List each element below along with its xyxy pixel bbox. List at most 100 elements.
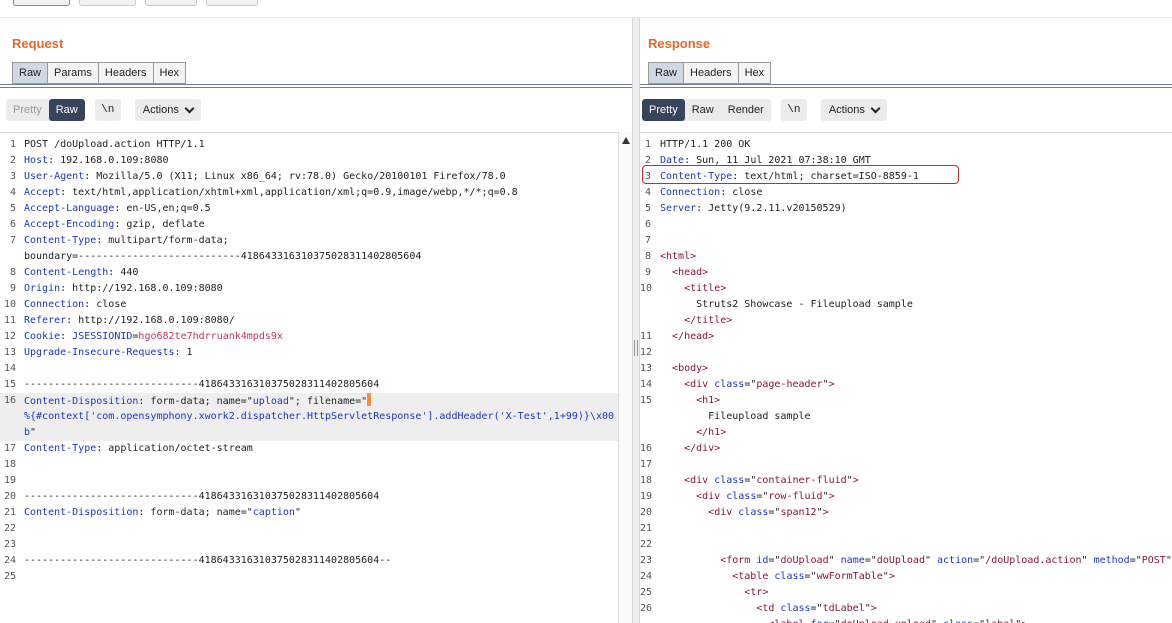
- tab-raw[interactable]: Raw: [648, 62, 685, 84]
- code-line[interactable]: 4 Accept: text/html,application/xhtml+xml…: [0, 185, 618, 201]
- code-line[interactable]: 6: [640, 217, 1172, 233]
- tab-raw[interactable]: Raw: [12, 62, 49, 84]
- code-line[interactable]: 9 Origin: http://192.168.0.109:8080: [0, 281, 618, 297]
- code-line[interactable]: Fileupload sample: [640, 409, 1172, 425]
- raw-button[interactable]: Raw: [685, 99, 721, 121]
- code-line[interactable]: 1 POST /doUpload.action HTTP/1.1: [0, 137, 618, 153]
- code-line[interactable]: 13 <body>: [640, 361, 1172, 377]
- code-line[interactable]: 18: [0, 457, 618, 473]
- pretty-button[interactable]: Pretty: [642, 99, 685, 121]
- scroll-up-arrow-icon[interactable]: [622, 137, 630, 144]
- code-line[interactable]: 24 -----------------------------418643316…: [0, 553, 618, 569]
- code-line[interactable]: 1 HTTP/1.1 200 OK: [640, 137, 1172, 153]
- code-line[interactable]: 19: [0, 473, 618, 489]
- actions-button[interactable]: Actions: [134, 99, 201, 121]
- code-token: : 1: [174, 347, 193, 358]
- pretty-button[interactable]: Pretty: [6, 99, 49, 121]
- code-line[interactable]: 16 </div>: [640, 441, 1172, 457]
- code-line[interactable]: 10 Connection: close: [0, 297, 618, 313]
- code-line[interactable]: <label for="doUpload_upload" class="labe…: [640, 617, 1172, 623]
- line-code: boundary=---------------------------4186…: [24, 249, 618, 265]
- code-line[interactable]: b": [0, 425, 618, 441]
- code-line[interactable]: %{#context['com.opensymphony.xwork2.disp…: [0, 409, 618, 425]
- code-line[interactable]: 7: [640, 233, 1172, 249]
- code-line[interactable]: 11 </head>: [640, 329, 1172, 345]
- code-line[interactable]: 5 Server: Jetty(9.2.11.v20150529): [640, 201, 1172, 217]
- code-line[interactable]: </title>: [640, 313, 1172, 329]
- code-line[interactable]: Struts2 Showcase - Fileupload sample: [640, 297, 1172, 313]
- line-number: 16: [640, 443, 653, 454]
- code-token: class: [774, 571, 805, 582]
- request-scrollbar[interactable]: [618, 132, 632, 623]
- code-line[interactable]: 22: [640, 537, 1172, 553]
- raw-button[interactable]: Raw: [48, 99, 85, 121]
- code-line[interactable]: 12 Cookie: JSESSIONID=hgo682te7hdrruank4m…: [0, 329, 618, 345]
- code-line[interactable]: 20 <div class="span12">: [640, 505, 1172, 521]
- splitter-grip-icon[interactable]: [634, 340, 638, 356]
- render-button[interactable]: Render: [721, 99, 771, 121]
- top-button-send[interactable]: [13, 0, 70, 6]
- code-line[interactable]: 20 -----------------------------418643316…: [0, 489, 618, 505]
- code-line[interactable]: 6 Accept-Encoding: gzip, deflate: [0, 217, 618, 233]
- code-line[interactable]: 3 User-Agent: Mozilla/5.0 (X11; Linux x86…: [0, 169, 618, 185]
- code-line[interactable]: 15 -----------------------------418643316…: [0, 377, 618, 393]
- code-line[interactable]: 13 Upgrade-Insecure-Requests: 1: [0, 345, 618, 361]
- line-number: 7: [9, 235, 16, 246]
- line-number: 21: [640, 523, 653, 534]
- code-line[interactable]: 26 <td class="tdLabel">: [640, 601, 1172, 617]
- newline-toggle-button[interactable]: \n: [780, 99, 807, 121]
- code-token: <tr>: [744, 587, 769, 598]
- code-line[interactable]: 2 Date: Sun, 11 Jul 2021 07:38:10 GMT: [640, 153, 1172, 169]
- code-line[interactable]: 25: [0, 569, 618, 585]
- tab-hex[interactable]: Hex: [153, 62, 187, 84]
- code-line[interactable]: 9 <head>: [640, 265, 1172, 281]
- code-line[interactable]: 17 Content-Type: application/octet-stream: [0, 441, 618, 457]
- code-line[interactable]: 8 <html>: [640, 249, 1172, 265]
- code-line[interactable]: 3 Content-Type: text/html; charset=ISO-88…: [640, 169, 1172, 185]
- code-line[interactable]: 15 <h1>: [640, 393, 1172, 409]
- tab-headers[interactable]: Headers: [684, 62, 739, 84]
- line-number: 17: [640, 459, 653, 470]
- pane-splitter[interactable]: [632, 18, 640, 623]
- top-button-back[interactable]: [145, 0, 197, 6]
- top-button-cancel[interactable]: [79, 0, 136, 6]
- code-line[interactable]: boundary=---------------------------4186…: [0, 249, 618, 265]
- code-line[interactable]: 5 Accept-Language: en-US,en;q=0.5: [0, 201, 618, 217]
- response-editor[interactable]: 1 HTTP/1.1 200 OK 2 Date: Sun, 11 Jul 2021 …: [640, 132, 1172, 623]
- code-line[interactable]: 11 Referer: http://192.168.0.109:8080/: [0, 313, 618, 329]
- tab-params[interactable]: Params: [48, 62, 99, 84]
- code-line[interactable]: 23 <form id="doUpload" name="doUpload" a…: [640, 553, 1172, 569]
- code-line[interactable]: 14 <div class="page-header">: [640, 377, 1172, 393]
- tab-hex[interactable]: Hex: [738, 62, 772, 84]
- code-line[interactable]: 24 <table class="wwFormTable">: [640, 569, 1172, 585]
- actions-button[interactable]: Actions: [820, 99, 887, 121]
- code-line[interactable]: 8 Content-Length: 440: [0, 265, 618, 281]
- line-code: </div>: [660, 441, 1172, 457]
- code-line[interactable]: 18 <div class="container-fluid">: [640, 473, 1172, 489]
- request-editor[interactable]: 1 POST /doUpload.action HTTP/1.1 2 Host: 19…: [0, 132, 618, 623]
- code-line[interactable]: 10 <title>: [640, 281, 1172, 297]
- code-line[interactable]: 22: [0, 521, 618, 537]
- code-line[interactable]: 19 <div class="row-fluid">: [640, 489, 1172, 505]
- code-line[interactable]: 2 Host: 192.168.0.109:8080: [0, 153, 618, 169]
- newline-toggle-button[interactable]: \n: [94, 99, 121, 121]
- code-line[interactable]: 21: [640, 521, 1172, 537]
- top-button-forward[interactable]: [206, 0, 258, 6]
- code-line[interactable]: 12: [640, 345, 1172, 361]
- code-line[interactable]: 17: [640, 457, 1172, 473]
- code-token: -----------------------------41864331631…: [24, 555, 392, 566]
- code-line[interactable]: 14: [0, 361, 618, 377]
- line-number: 1: [9, 139, 16, 150]
- code-line[interactable]: </h1>: [640, 425, 1172, 441]
- code-line[interactable]: 25 <tr>: [640, 585, 1172, 601]
- code-token: : application/octet-stream: [96, 443, 253, 454]
- code-line[interactable]: 21 Content-Disposition: form-data; name="…: [0, 505, 618, 521]
- code-line[interactable]: 16 Content-Disposition: form-data; name="…: [0, 393, 618, 409]
- code-token: : Sun, 11 Jul 2021 07:38:10 GMT: [684, 155, 871, 166]
- code-line[interactable]: 23: [0, 537, 618, 553]
- tab-headers[interactable]: Headers: [98, 62, 154, 84]
- code-line[interactable]: 7 Content-Type: multipart/form-data;: [0, 233, 618, 249]
- code-line[interactable]: 4 Connection: close: [640, 185, 1172, 201]
- code-token: >: [870, 603, 877, 614]
